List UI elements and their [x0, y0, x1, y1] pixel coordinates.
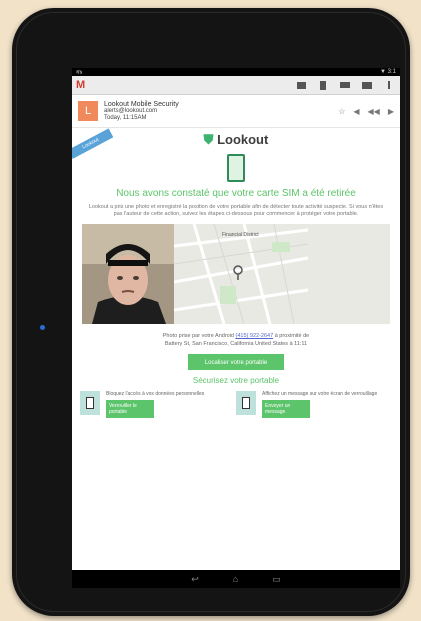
forward-icon[interactable]: ▶ [388, 107, 394, 116]
more-icon[interactable] [382, 79, 396, 91]
send-message-button[interactable]: Envoyer un message [262, 400, 310, 418]
home-icon[interactable]: ⌂ [233, 574, 238, 584]
phone-message-icon [236, 391, 256, 415]
email-body: Lookout ⛊ Lookout Nous avons constaté qu… [72, 128, 400, 418]
sender-email: alerts@lookout.com [104, 107, 158, 114]
archive-icon[interactable] [294, 79, 308, 91]
star-icon[interactable]: ☆ [338, 107, 345, 116]
selfie-photo [82, 224, 174, 324]
email-header: L Lookout Mobile Security alerts@lookout… [72, 95, 400, 128]
ribbon-badge: Lookout [72, 128, 114, 159]
intro-paragraph: Lookout a pris une photo et enregistré l… [88, 204, 384, 217]
shield-icon: ⛊ [203, 132, 214, 147]
folder-icon[interactable] [360, 79, 374, 91]
locate-phone-button[interactable]: Localiser votre portable [188, 354, 284, 370]
brand-logo: ⛊ Lookout [80, 132, 392, 148]
camera-icon [40, 325, 45, 330]
headline: Nous avons constaté que votre carte SIM … [116, 188, 356, 199]
label-icon[interactable] [338, 79, 352, 91]
action-lock-text: Bloquez l'accès à vos données personnell… [106, 391, 205, 397]
action-message-text: Affichez un message sur votre écran de v… [262, 391, 378, 397]
recent-apps-icon[interactable]: ▭ [272, 574, 281, 585]
brand-name: Lookout [217, 132, 269, 147]
location-map[interactable]: Financial District [174, 224, 390, 324]
tablet-frame: ৰ৳ ▼ 3:1 M L Lookout Mobile Security ale… [12, 8, 410, 616]
sender-date: Today, 11:15AM [104, 114, 147, 121]
phone-illustration-icon [227, 154, 245, 182]
phone-link[interactable]: (415) 922-2647 [236, 333, 274, 339]
caption-prefix: Photo prise par votre Android [162, 333, 234, 339]
back-icon[interactable]: ↩ [191, 574, 199, 585]
action-message: Affichez un message sur votre écran de v… [236, 391, 392, 418]
caption-address: Battery St, San Francisco, California Un… [164, 341, 308, 347]
lock-phone-button[interactable]: Verrouiller le portable [106, 400, 154, 418]
status-bar: ৰ৳ ▼ 3:1 [72, 68, 400, 76]
status-left: ৰ৳ [76, 69, 83, 76]
nav-bar: ↩ ⌂ ▭ [72, 570, 400, 588]
photo-caption: Photo prise par votre Android (415) 922-… [80, 332, 392, 348]
reply-all-icon[interactable]: ◀◀ [368, 107, 380, 116]
delete-icon[interactable] [316, 79, 330, 91]
sensor-dot [395, 326, 398, 329]
media-row: Financial District [82, 224, 390, 324]
action-lock: Bloquez l'accès à vos données personnell… [80, 391, 236, 418]
sender-name: Lookout Mobile Security [104, 100, 179, 108]
status-right: ▼ 3:1 [380, 69, 396, 75]
map-label: Financial District [222, 232, 259, 238]
action-bar: M [72, 76, 400, 95]
section-title: Sécurisez votre portable [192, 376, 280, 385]
sender-info: Lookout Mobile Security alerts@lookout.c… [104, 101, 330, 122]
caption-mid: à proximité de [274, 333, 310, 339]
phone-lock-icon [80, 391, 100, 415]
reply-icon[interactable]: ◀ [353, 107, 359, 116]
screen: ৰ৳ ▼ 3:1 M L Lookout Mobile Security ale… [72, 68, 400, 588]
avatar: L [78, 101, 98, 121]
gmail-logo[interactable]: M [76, 79, 96, 91]
actions-row: Bloquez l'accès à vos données personnell… [80, 391, 392, 418]
